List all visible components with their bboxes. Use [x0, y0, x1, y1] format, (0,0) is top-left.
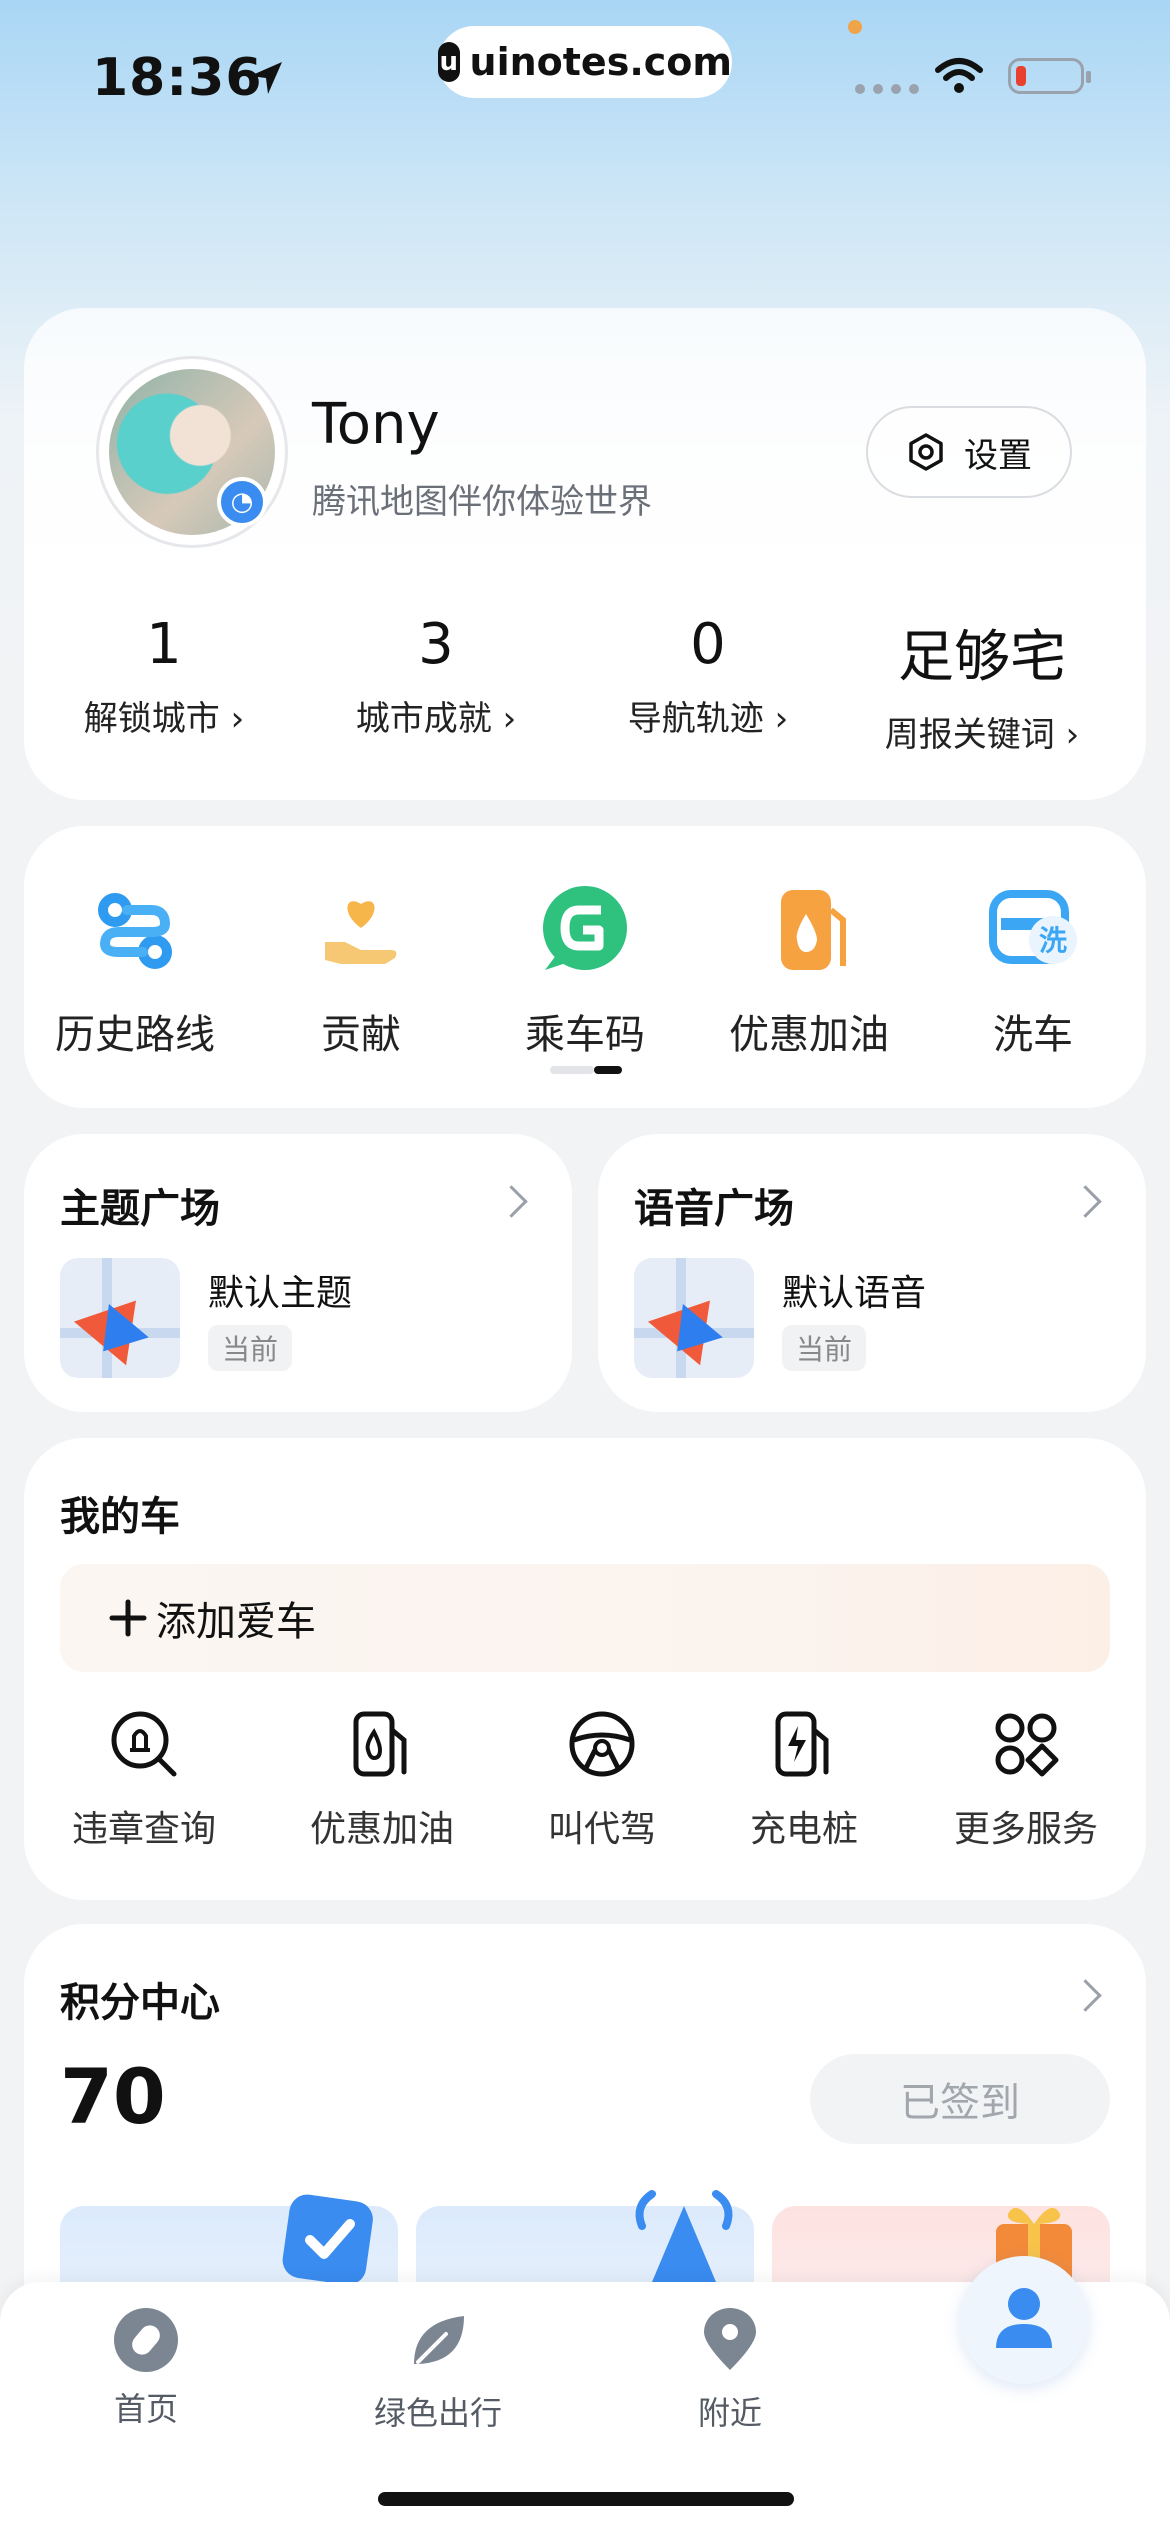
status-time: 18:36	[92, 48, 263, 108]
quick-contribute[interactable]: 贡献	[266, 880, 456, 1060]
points-center-title: 积分中心	[60, 1980, 220, 2026]
url-pill[interactable]: u uinotes.com	[438, 26, 732, 98]
charging-pile-icon	[775, 1711, 829, 1777]
stat-label: 城市成就 ›	[355, 699, 517, 739]
theme-plaza-title: 主题广场	[60, 1186, 220, 1232]
stat-value: 足够宅	[898, 625, 1066, 690]
settings-button[interactable]: 设置	[866, 406, 1072, 498]
service-label: 优惠加油	[309, 1809, 454, 1850]
quick-label: 历史路线	[55, 1012, 215, 1058]
profile-icon	[996, 2288, 1052, 2348]
current-tag: 当前	[782, 1325, 866, 1371]
quick-car-wash[interactable]: 洗 洗车	[938, 880, 1128, 1060]
user-subtitle: 腾讯地图伴你体验世界	[312, 482, 652, 522]
quick-label: 优惠加油	[729, 1012, 889, 1058]
tab-nearby[interactable]: 附近	[630, 2308, 830, 2434]
map-voice-icon	[634, 1258, 754, 1378]
service-more[interactable]: 更多服务	[926, 1708, 1126, 1852]
settings-label: 设置	[964, 435, 1032, 476]
tab-green-travel[interactable]: 绿色出行	[338, 2308, 538, 2434]
service-label: 充电桩	[749, 1809, 858, 1850]
service-fuel-discount[interactable]: 优惠加油	[282, 1708, 482, 1852]
ride-code-icon	[543, 886, 627, 970]
route-history-icon	[98, 893, 172, 969]
cellular-signal-icon	[855, 84, 919, 94]
stat-value: 0	[690, 612, 726, 677]
add-car-label: 添加爱车	[156, 1599, 316, 1645]
add-car-button[interactable]: 添加爱车	[60, 1564, 1110, 1672]
location-arrow-icon	[250, 62, 282, 94]
voice-item-name: 默认语音	[782, 1273, 927, 1314]
service-label: 更多服务	[953, 1809, 1098, 1850]
points-value: 70	[60, 2052, 166, 2141]
service-designated-driver[interactable]: 叫代驾	[502, 1708, 702, 1852]
map-theme-icon	[60, 1258, 180, 1378]
service-label: 叫代驾	[547, 1809, 656, 1850]
tab-label: 附近	[697, 2394, 762, 2432]
stat-label: 解锁城市 ›	[83, 699, 245, 739]
location-pin-icon	[704, 2308, 756, 2370]
tab-profile[interactable]	[960, 2256, 1088, 2384]
uinotes-logo-icon: u	[438, 42, 460, 82]
broadcast-icon	[635, 2190, 733, 2282]
service-charging-pile[interactable]: 充电桩	[704, 1708, 904, 1852]
quick-label: 贡献	[321, 1012, 401, 1058]
stat-unlocked-cities[interactable]: 1 解锁城市 ›	[44, 612, 284, 740]
gear-icon	[909, 433, 943, 471]
quick-label: 乘车码	[525, 1012, 645, 1058]
wifi-icon	[935, 58, 983, 93]
battery-icon	[1008, 58, 1091, 94]
stat-nav-tracks[interactable]: 0 导航轨迹 ›	[588, 612, 828, 740]
tab-home[interactable]: 首页	[46, 2308, 246, 2430]
quick-history-routes[interactable]: 历史路线	[40, 880, 230, 1060]
service-violation-query[interactable]: 违章查询	[44, 1708, 244, 1852]
plus-icon	[109, 1599, 147, 1637]
quick-ride-code[interactable]: 乘车码	[490, 880, 680, 1060]
service-label: 违章查询	[71, 1809, 216, 1850]
avatar[interactable]: ◔	[96, 356, 288, 548]
qq-badge-icon: ◔	[217, 477, 267, 527]
current-tag: 当前	[208, 1325, 292, 1371]
privacy-dot-icon	[848, 20, 862, 34]
fuel-drop-icon	[781, 890, 846, 970]
violation-search-icon	[111, 1711, 177, 1777]
home-indicator	[378, 2492, 794, 2506]
stat-city-achievements[interactable]: 3 城市成就 ›	[316, 612, 556, 740]
username[interactable]: Tony	[312, 392, 440, 457]
fuel-pump-icon	[353, 1711, 407, 1777]
signed-in-button[interactable]: 已签到	[810, 2054, 1110, 2144]
stat-value: 3	[418, 612, 454, 677]
leaf-icon	[414, 2316, 464, 2364]
stat-label: 导航轨迹 ›	[627, 699, 789, 739]
voice-plaza-title: 语音广场	[634, 1186, 794, 1232]
theme-item-name: 默认主题	[208, 1273, 353, 1314]
stat-label: 周报关键词 ›	[884, 715, 1080, 755]
quick-label: 洗车	[993, 1012, 1073, 1058]
svg-text:洗: 洗	[1039, 924, 1067, 957]
tab-label: 首页	[113, 2390, 178, 2428]
quick-fuel-discount[interactable]: 优惠加油	[714, 880, 904, 1060]
my-car-title: 我的车	[60, 1494, 180, 1540]
car-wash-icon: 洗	[989, 890, 1077, 964]
tab-label: 绿色出行	[373, 2394, 502, 2432]
url-text: uinotes.com	[469, 40, 732, 84]
stat-weekly-keyword[interactable]: 足够宅 周报关键词 ›	[862, 612, 1102, 756]
more-services-icon	[995, 1713, 1059, 1777]
heart-hand-icon	[325, 901, 397, 964]
stat-value: 1	[146, 612, 182, 677]
compass-icon	[114, 2308, 178, 2372]
steering-wheel-icon	[569, 1711, 635, 1777]
checkin-badge-icon	[282, 2194, 373, 2285]
